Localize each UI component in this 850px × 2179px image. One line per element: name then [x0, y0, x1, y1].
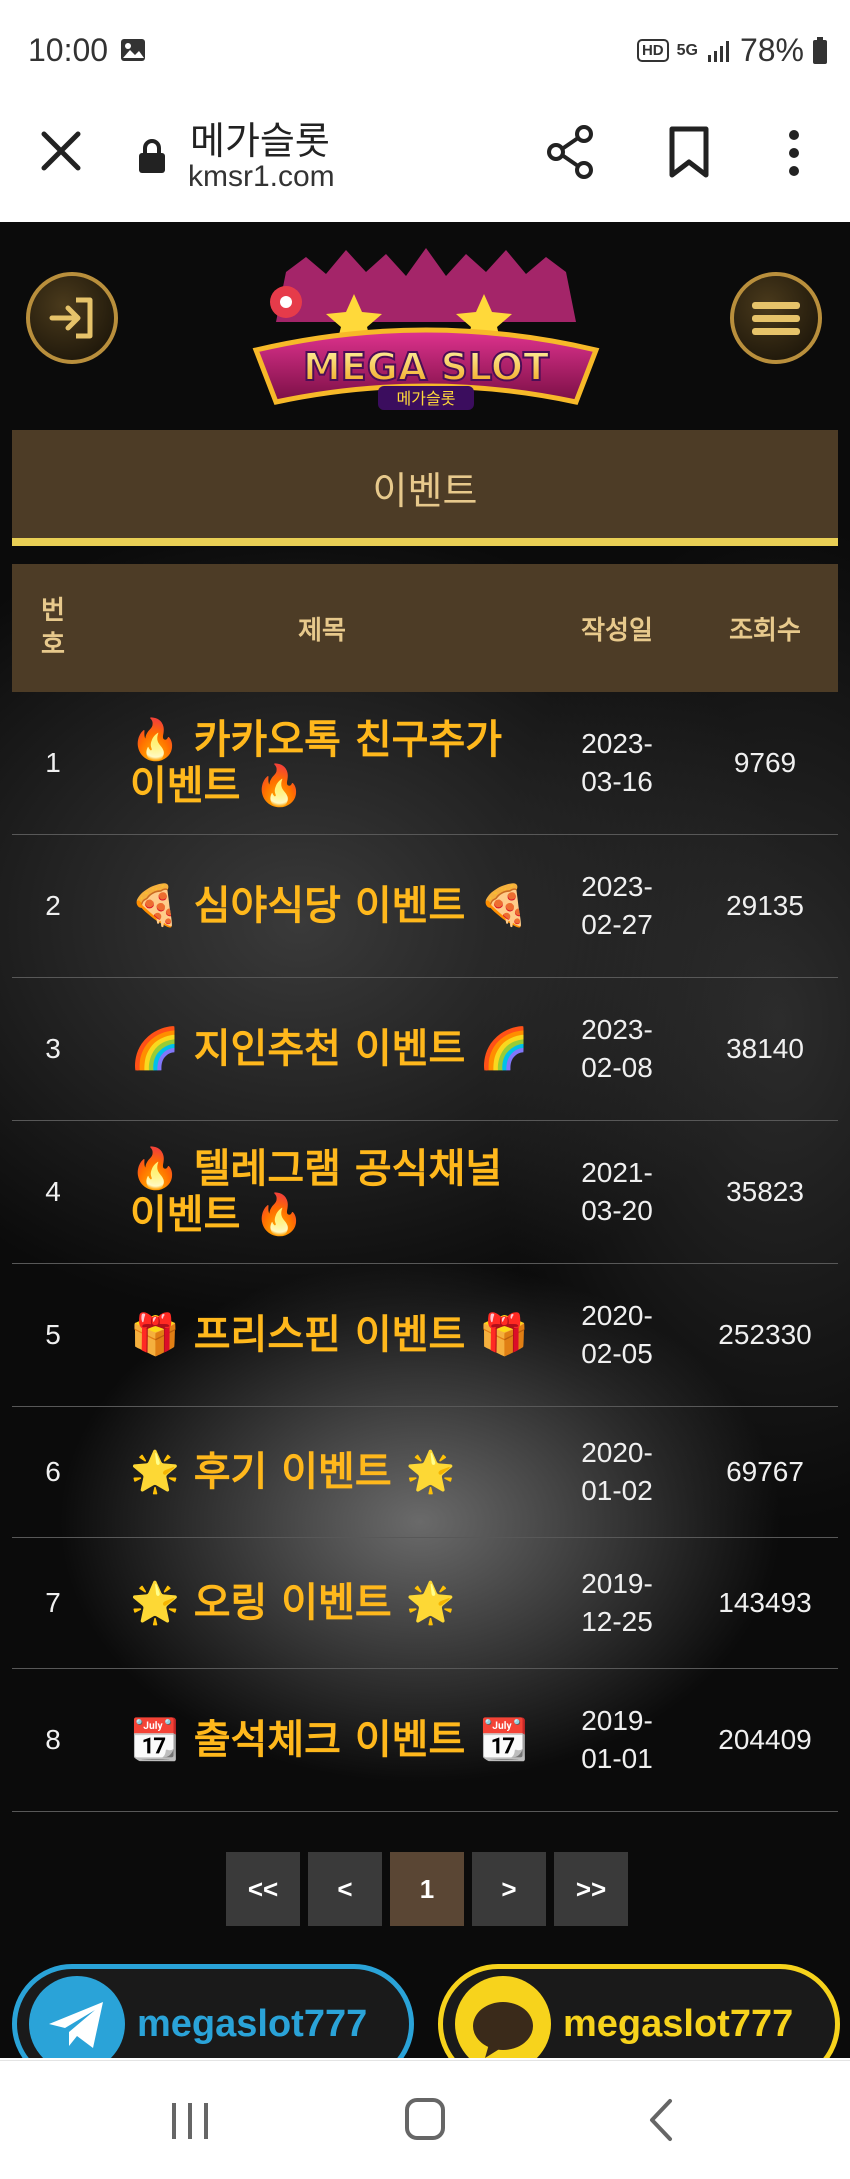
logo-subtext: 메가슬롯	[397, 389, 456, 408]
status-bar: 10:00 HD 5G 78%	[0, 0, 850, 100]
gallery-icon	[121, 39, 145, 61]
row-views: 252330	[718, 1319, 812, 1350]
row-number: 1	[45, 747, 61, 778]
row-date: 2023- 02-08	[581, 1014, 653, 1083]
page-content: MEGA SLOT 메가슬롯 이벤트 번 호 제목 작성일 조회수 1 🔥 카카…	[0, 222, 850, 2058]
back-icon[interactable]	[646, 2097, 676, 2143]
menu-icon	[752, 302, 800, 335]
page-title: 이벤트	[372, 469, 478, 513]
table-header: 번 호 제목 작성일 조회수	[12, 564, 838, 692]
row-title-link[interactable]: 🌈 지인추천 이벤트 🌈	[130, 978, 550, 1120]
mega-slot-logo[interactable]: MEGA SLOT 메가슬롯	[246, 242, 606, 422]
row-views: 29135	[726, 890, 804, 921]
row-date: 2020- 01-02	[581, 1437, 653, 1506]
row-date: 2023- 02-27	[581, 871, 653, 940]
menu-button[interactable]	[730, 272, 822, 364]
row-views: 143493	[718, 1587, 812, 1618]
row-number: 3	[45, 1033, 61, 1064]
row-date: 2021- 03-20	[581, 1157, 653, 1226]
previous-page-button[interactable]: <	[308, 1852, 382, 1926]
table-row[interactable]: 6 🌟 후기 이벤트 🌟 2020- 01-02 69767	[12, 1407, 838, 1538]
table-row[interactable]: 1 🔥 카카오톡 친구추가 이벤트 🔥 2023- 03-16 9769	[12, 692, 838, 835]
table-row[interactable]: 7 🌟 오링 이벤트 🌟 2019- 12-25 143493	[12, 1538, 838, 1669]
row-title-link[interactable]: 🌟 후기 이벤트 🌟	[130, 1407, 550, 1537]
lock-icon	[139, 139, 165, 173]
table-row[interactable]: 5 🎁 프리스핀 이벤트 🎁 2020- 02-05 252330	[12, 1264, 838, 1407]
row-title-link[interactable]: 🍕 심야식당 이벤트 🍕	[130, 835, 550, 977]
recent-apps-icon[interactable]	[168, 2101, 212, 2141]
bookmark-icon[interactable]	[668, 126, 710, 178]
pagination: << < 1 > >>	[226, 1852, 628, 1926]
hd-icon: HD	[636, 39, 669, 62]
battery-level: 78%	[739, 32, 804, 68]
row-views: 69767	[726, 1456, 804, 1487]
system-navigation-bar	[0, 2060, 850, 2179]
row-views: 38140	[726, 1033, 804, 1064]
next-page-button[interactable]: >	[472, 1852, 546, 1926]
kakao-id: megaslot777	[563, 2002, 794, 2045]
status-indicators: HD 5G 78%	[636, 32, 828, 69]
section-title-bar: 이벤트	[12, 430, 838, 546]
kakao-chat-icon	[455, 1976, 551, 2058]
column-header-number: 번 호	[41, 596, 65, 660]
column-header-date: 작성일	[581, 615, 653, 646]
row-title-link[interactable]: 🎁 프리스핀 이벤트 🎁	[130, 1264, 550, 1406]
logo-text: MEGA SLOT	[303, 345, 549, 389]
browser-toolbar: 메가슬롯 kmsr1.com	[0, 100, 850, 223]
table-row[interactable]: 3 🌈 지인추천 이벤트 🌈 2023- 02-08 38140	[12, 978, 838, 1121]
login-icon	[49, 297, 93, 339]
column-header-views: 조회수	[729, 615, 801, 646]
row-number: 4	[45, 1176, 61, 1207]
signal-icon	[707, 40, 729, 62]
telegram-contact-button[interactable]: megaslot777	[12, 1964, 414, 2058]
first-page-button[interactable]: <<	[226, 1852, 300, 1926]
status-time: 10:00	[28, 32, 109, 68]
row-number: 7	[45, 1587, 61, 1618]
close-icon[interactable]	[38, 128, 84, 174]
row-date: 2023- 03-16	[581, 728, 653, 797]
telegram-icon	[29, 1976, 125, 2058]
network-5g-icon: 5G	[676, 41, 698, 59]
row-number: 2	[45, 890, 61, 921]
telegram-id: megaslot777	[137, 2002, 368, 2045]
site-title: 메가슬롯	[190, 119, 330, 163]
table-row[interactable]: 2 🍕 심야식당 이벤트 🍕 2023- 02-27 29135	[12, 835, 838, 978]
row-views: 204409	[718, 1724, 812, 1755]
row-views: 9769	[733, 747, 797, 778]
column-header-title: 제목	[298, 615, 346, 646]
more-options-icon[interactable]	[780, 128, 808, 178]
table-row[interactable]: 4 🔥 텔레그램 공식채널 이벤트 🔥 2021- 03-20 35823	[12, 1121, 838, 1264]
row-date: 2020- 02-05	[581, 1300, 653, 1369]
row-number: 5	[45, 1319, 61, 1350]
row-number: 8	[45, 1724, 61, 1755]
row-title-link[interactable]: 🔥 카카오톡 친구추가 이벤트 🔥	[130, 692, 550, 834]
kakao-contact-button[interactable]: megaslot777	[438, 1964, 840, 2058]
share-icon[interactable]	[544, 124, 596, 180]
home-icon[interactable]	[404, 2097, 446, 2141]
row-number: 6	[45, 1456, 61, 1487]
login-button[interactable]	[26, 272, 118, 364]
row-date: 2019- 12-25	[581, 1568, 653, 1637]
table-row[interactable]: 8 📆 출석체크 이벤트 📆 2019- 01-01 204409	[12, 1669, 838, 1812]
last-page-button[interactable]: >>	[554, 1852, 628, 1926]
row-title-link[interactable]: 📆 출석체크 이벤트 📆	[130, 1669, 550, 1811]
row-date: 2019- 01-01	[581, 1705, 653, 1774]
row-title-link[interactable]: 🔥 텔레그램 공식채널 이벤트 🔥	[130, 1121, 550, 1263]
row-views: 35823	[726, 1176, 804, 1207]
battery-icon	[813, 36, 827, 64]
site-url[interactable]: kmsr1.com	[188, 160, 335, 194]
current-page-button[interactable]: 1	[390, 1852, 464, 1926]
event-table: 번 호 제목 작성일 조회수 1 🔥 카카오톡 친구추가 이벤트 🔥 2023-…	[12, 564, 838, 1812]
row-title-link[interactable]: 🌟 오링 이벤트 🌟	[130, 1538, 550, 1668]
